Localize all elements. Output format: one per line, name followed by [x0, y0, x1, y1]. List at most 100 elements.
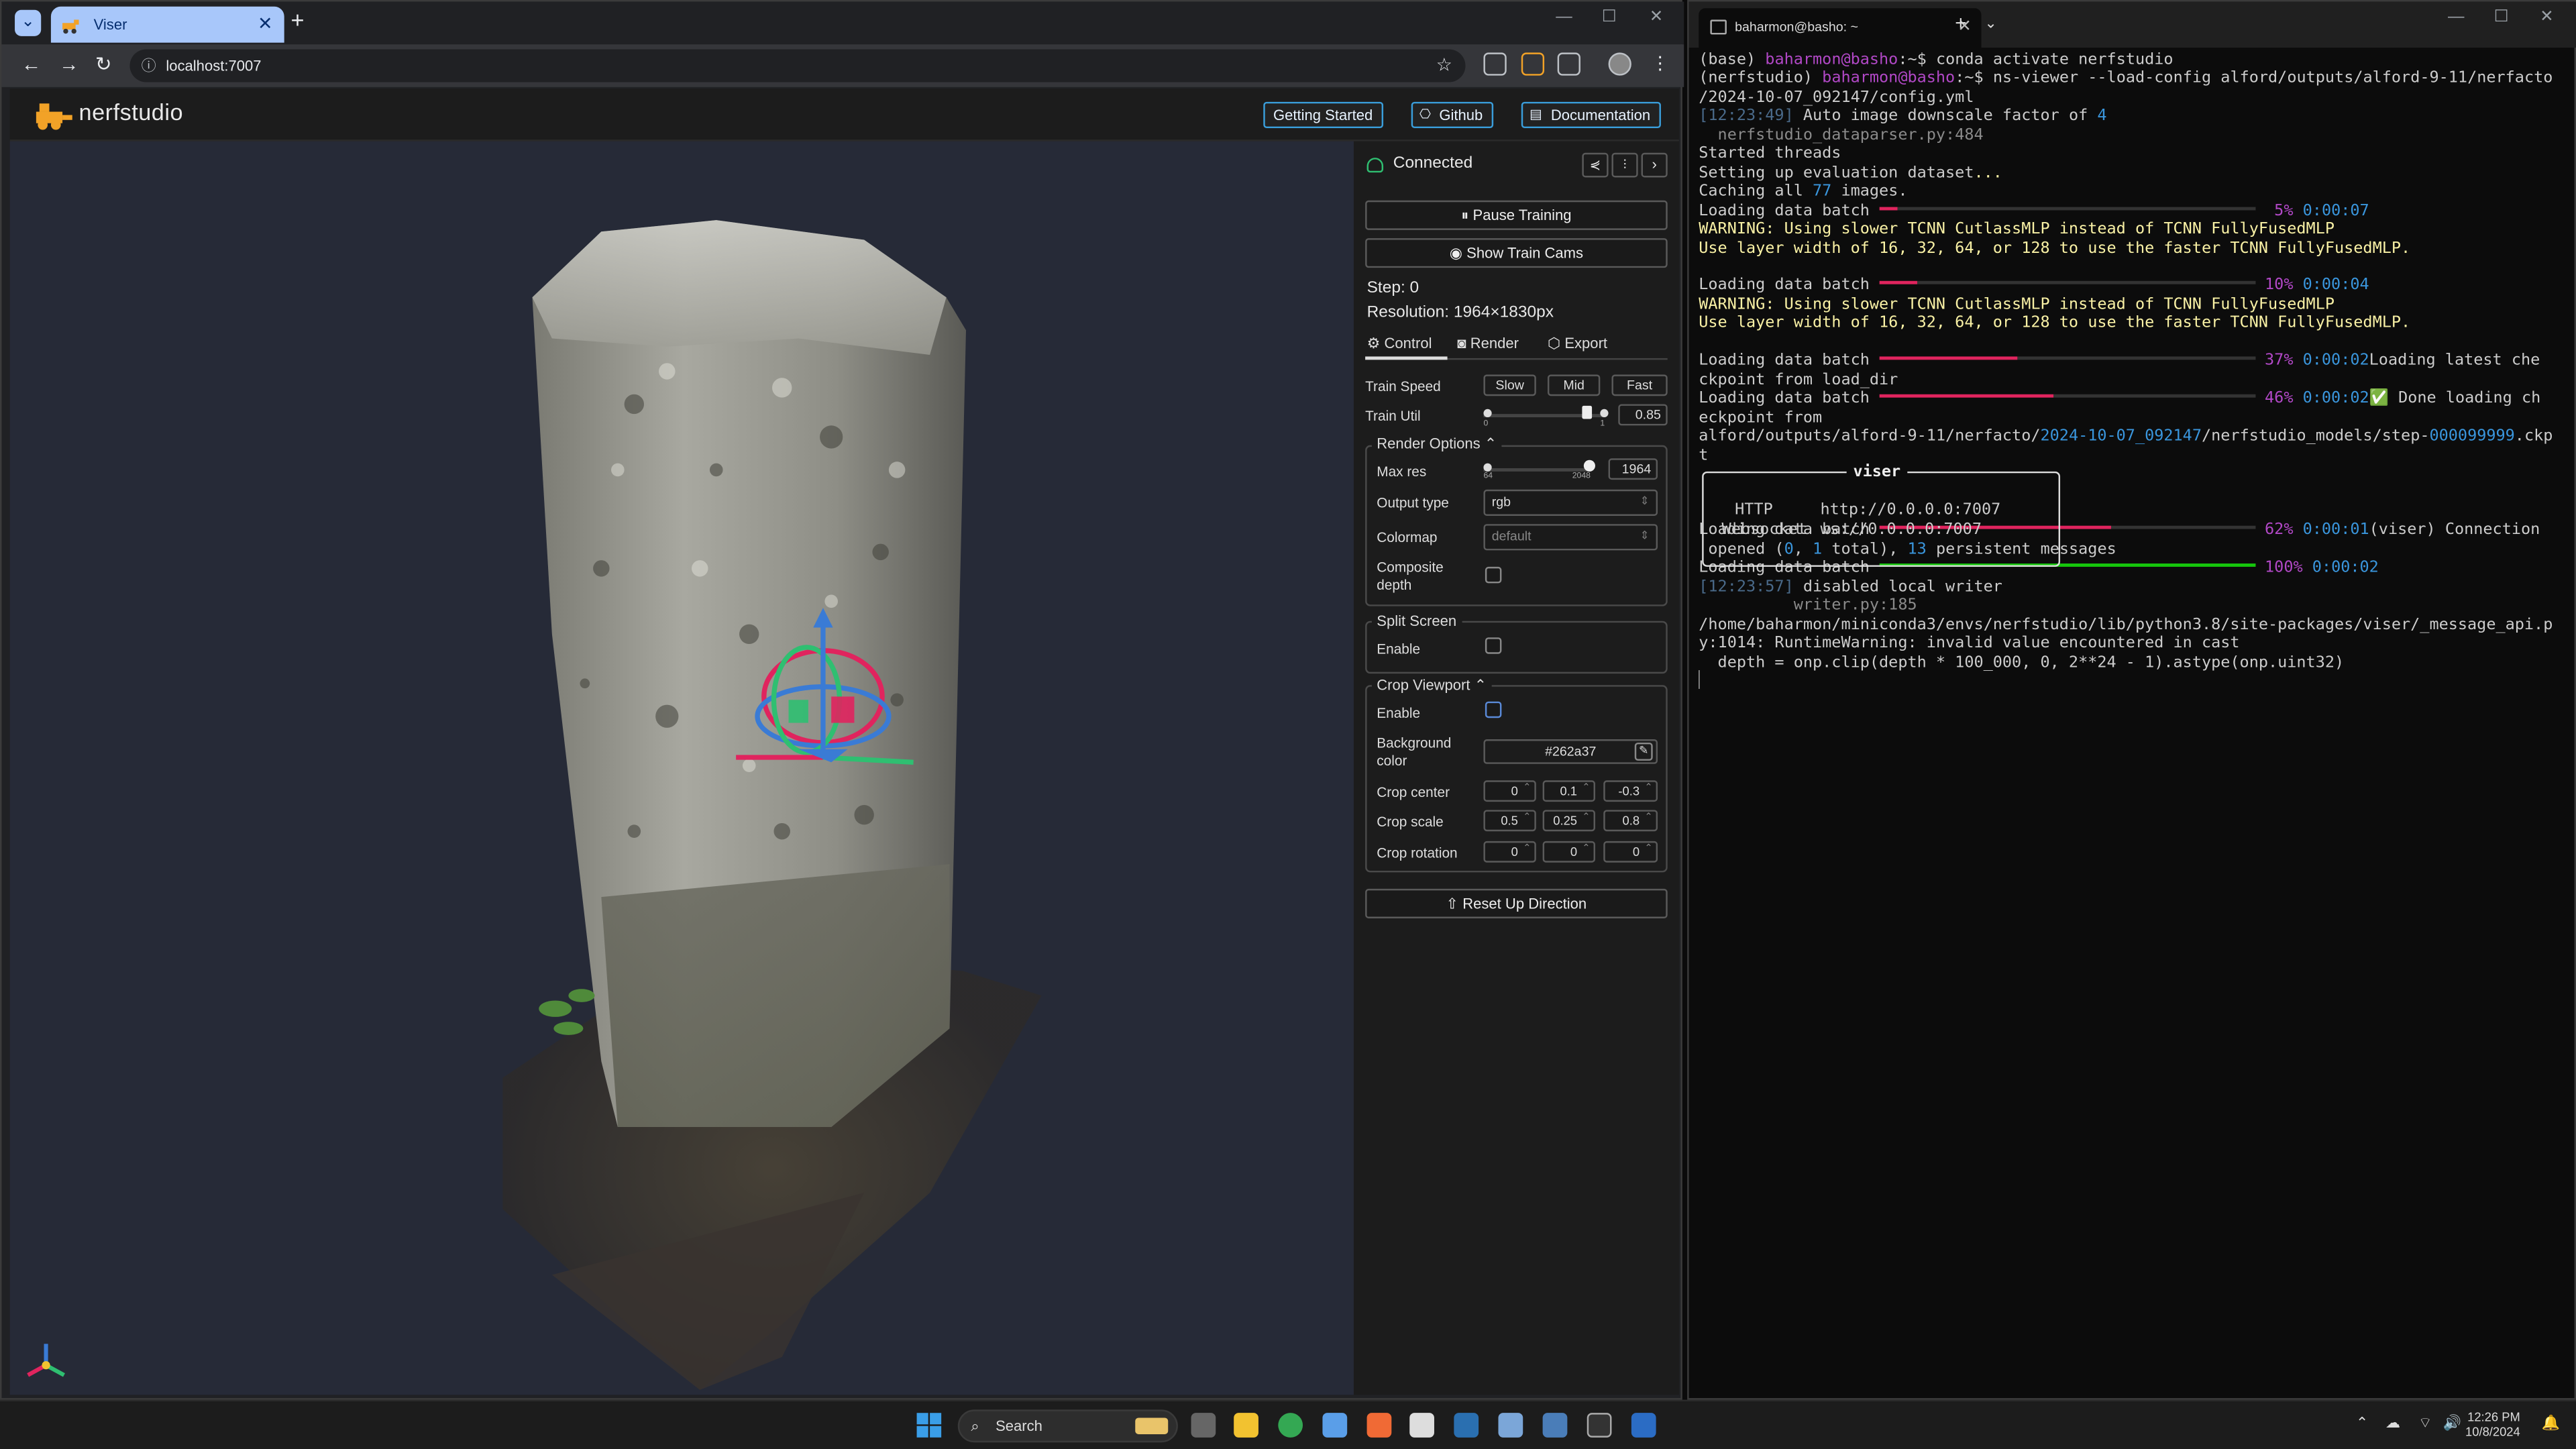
getting-started-button[interactable]: Getting Started [1263, 101, 1383, 129]
split-screen-legend[interactable]: Split Screen [1371, 612, 1462, 629]
new-tab-icon[interactable]: + [1955, 11, 1966, 34]
terminal-output[interactable]: (base) baharmon@basho:~$ conda activate … [1699, 51, 2569, 691]
train-util-input[interactable]: 0.85 [1618, 404, 1668, 426]
outlook-icon[interactable] [1631, 1413, 1656, 1438]
terminal-app-icon[interactable] [1587, 1413, 1612, 1438]
collapse-panel-icon[interactable]: › [1641, 152, 1668, 178]
3d-viewport[interactable] [9, 141, 1354, 1395]
close-window-icon[interactable]: ✕ [1650, 8, 1664, 26]
site-info-icon[interactable]: ⓘ [142, 49, 156, 82]
split-screen-enable-checkbox[interactable] [1485, 637, 1502, 654]
close-tab-icon[interactable]: ✕ [258, 7, 273, 43]
notification-bell-icon[interactable]: 🔔 [2542, 1415, 2560, 1433]
crop-center-x-input[interactable]: 0 [1483, 780, 1536, 802]
websocket-url: ws://0.0.0.0:7007 [1820, 521, 1982, 539]
tab-export-label: Export [1564, 335, 1608, 352]
train-speed-fast-button[interactable]: Fast [1611, 374, 1668, 396]
minimize-icon[interactable]: — [1556, 8, 1572, 26]
search-highlight-icon [1135, 1417, 1169, 1434]
file-explorer-icon[interactable] [1234, 1413, 1258, 1438]
crop-scale-z-input[interactable]: 0.8 [1603, 810, 1658, 832]
url-text: localhost:7007 [166, 57, 262, 74]
browser-menu-icon[interactable]: ⋮ [1651, 52, 1669, 74]
crop-rotation-z-input[interactable]: 0 [1603, 841, 1658, 863]
app-icon-white[interactable] [1409, 1413, 1434, 1438]
reload-icon[interactable]: ↻ [95, 52, 112, 75]
output-type-select[interactable]: rgb [1483, 489, 1658, 516]
address-bar[interactable]: ⓘ localhost:7007 ☆ [129, 49, 1466, 83]
reset-up-direction-button[interactable]: ⇧ Reset Up Direction [1365, 888, 1668, 918]
app-icon-lightblue[interactable] [1498, 1413, 1523, 1438]
websocket-label: Websocket [1721, 521, 1807, 539]
dropdown-icon[interactable]: ⌄ [1984, 15, 1996, 33]
close-window-icon[interactable]: ✕ [2540, 8, 2554, 26]
pause-training-label: Pause Training [1472, 207, 1572, 224]
max-res-input[interactable]: 1964 [1608, 458, 1658, 480]
taskbar-clock[interactable]: 12:26 PM 10/8/2024 [2465, 1409, 2520, 1439]
crop-scale-x-input[interactable]: 0.5 [1483, 810, 1536, 832]
crop-center-y-input[interactable]: 0.1 [1542, 780, 1595, 802]
app-icon-c[interactable] [1542, 1413, 1568, 1438]
max-res-slider-thumb[interactable] [1583, 460, 1595, 472]
terminal-tab[interactable]: baharmon@basho: ~ ✕ [1699, 8, 1982, 48]
tab-control[interactable]: ⚙ Control [1367, 335, 1432, 354]
crop-rotation-x-input[interactable]: 0 [1483, 841, 1536, 863]
steam-icon[interactable] [1454, 1413, 1479, 1438]
crop-enable-checkbox[interactable] [1485, 701, 1502, 718]
documentation-button[interactable]: ▤ Documentation [1521, 101, 1660, 129]
browser-tab-strip: ⌄ Viser ✕ + — ☐ ✕ [1, 1, 1684, 45]
maximize-icon[interactable]: ☐ [2494, 8, 2509, 26]
back-icon[interactable]: ← [21, 52, 41, 75]
term-line: depth = onp.clip(depth * 100_000, 0, 2**… [1699, 653, 2345, 672]
bookmark-star-icon[interactable]: ☆ [1436, 49, 1452, 82]
minimize-icon[interactable]: — [2448, 8, 2464, 26]
new-tab-icon[interactable]: + [290, 7, 304, 33]
search-icon: ⌕ [971, 1417, 979, 1434]
crop-rotation-y-input[interactable]: 0 [1542, 841, 1595, 863]
wifi-icon[interactable]: ⌔ [2418, 1415, 2432, 1433]
profile-avatar-icon[interactable] [1608, 52, 1631, 76]
tab-render[interactable]: ◙ Render [1457, 335, 1519, 352]
chrome-icon[interactable] [1278, 1413, 1303, 1438]
app-icon-blue[interactable] [1322, 1413, 1348, 1438]
colormap-select[interactable]: default [1483, 524, 1658, 551]
term-line: Use layer width of 16, 32, 64, or 128 to… [1699, 314, 2411, 333]
train-speed-mid-button[interactable]: Mid [1547, 374, 1601, 396]
address-toolbar: ← → ↻ ⓘ localhost:7007 ☆ [1, 44, 1684, 87]
train-speed-slow-button[interactable]: Slow [1483, 374, 1536, 396]
extension-icon[interactable] [1521, 52, 1545, 76]
app-icon-orange[interactable] [1366, 1413, 1392, 1438]
chevron-up-icon: ⌃ [1470, 676, 1487, 694]
browser-tab-viser[interactable]: Viser ✕ [50, 6, 284, 43]
settings-sliders-icon[interactable]: ⫶ [1611, 152, 1638, 178]
crop-viewport-legend[interactable]: Crop Viewport ⌃ [1371, 676, 1492, 695]
tray-overflow-icon[interactable]: ⌃ [2356, 1415, 2368, 1433]
show-train-cams-button[interactable]: ◉ Show Train Cams [1365, 238, 1668, 268]
step-text: Step: 0 [1366, 279, 1419, 298]
reading-list-icon[interactable] [1483, 52, 1507, 76]
volume-icon[interactable]: 🔊 [2443, 1415, 2461, 1433]
crop-scale-y-input[interactable]: 0.25 [1542, 810, 1595, 832]
github-label: Github [1439, 107, 1483, 123]
share-icon[interactable]: ⋞ [1582, 152, 1609, 178]
windows-start-icon[interactable] [916, 1413, 942, 1438]
render-options-legend[interactable]: Render Options ⌃ [1371, 435, 1502, 453]
cloud-icon[interactable]: ☁ [2385, 1415, 2400, 1433]
forward-icon[interactable]: → [59, 52, 78, 75]
composite-depth-checkbox[interactable] [1485, 566, 1502, 584]
tab-export[interactable]: ⬡ Export [1548, 335, 1607, 354]
http-label: HTTP [1735, 500, 1773, 519]
train-util-slider-thumb[interactable] [1582, 405, 1593, 419]
task-view-icon[interactable] [1191, 1413, 1216, 1438]
extensions-puzzle-icon[interactable] [1557, 52, 1580, 76]
maximize-icon[interactable]: ☐ [1602, 8, 1617, 26]
background-color-input[interactable]: #262a37 ✎ [1483, 739, 1658, 764]
term-line: /home/baharmon/miniconda3/envs/nerfstudi… [1699, 615, 2553, 634]
pause-training-button[interactable]: ⏸ Pause Training [1365, 200, 1668, 230]
github-button[interactable]: ⎔ Github [1411, 101, 1493, 129]
tab-search-icon[interactable]: ⌄ [15, 9, 42, 36]
chevron-up-icon: ⌃ [1480, 435, 1497, 452]
crop-center-z-input[interactable]: -0.3 [1603, 780, 1658, 802]
taskbar-search[interactable]: ⌕ Search [957, 1409, 1178, 1443]
eyedropper-icon[interactable]: ✎ [1634, 742, 1653, 761]
